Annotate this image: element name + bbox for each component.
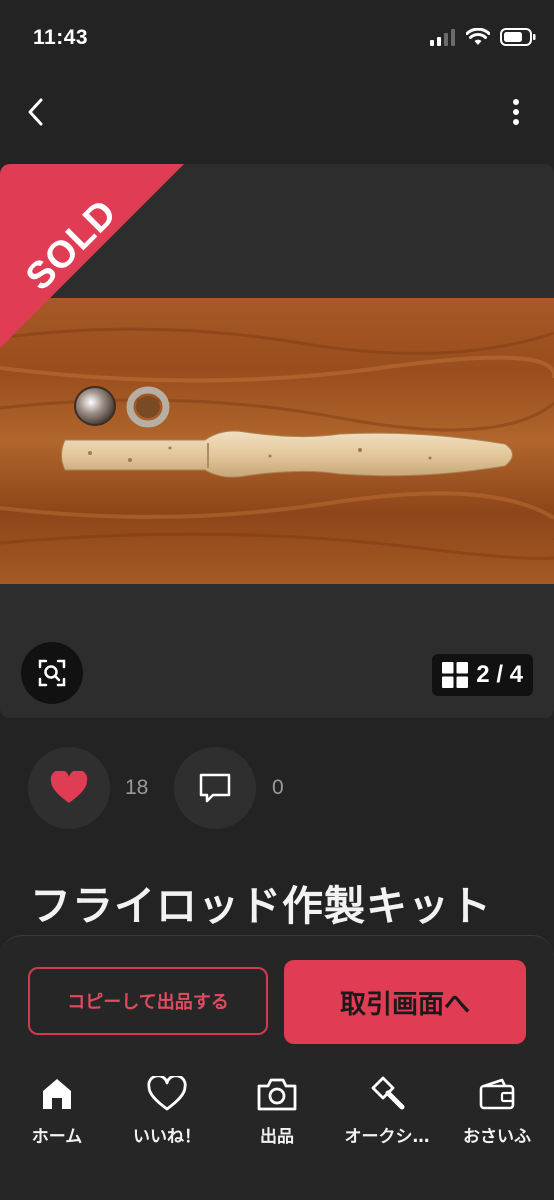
battery-icon <box>500 28 536 46</box>
copy-listing-button[interactable]: コピーして出品する <box>28 967 268 1035</box>
tab-auction-label: オークシ… <box>344 1127 430 1147</box>
status-bar: 11:43 <box>0 0 554 80</box>
tab-likes-label: いいね！ <box>133 1127 201 1147</box>
tab-home[interactable]: ホーム <box>2 1074 112 1147</box>
tab-bar: ホーム いいね！ 出品 オークシ… おさいふ <box>0 1074 554 1154</box>
tab-auction[interactable]: オークシ… <box>332 1074 442 1147</box>
sold-ribbon: SOLD <box>0 164 184 348</box>
image-counter[interactable]: 2 / 4 <box>432 654 533 696</box>
comment-icon <box>199 773 231 803</box>
signal-icon <box>430 29 455 46</box>
home-icon <box>43 1079 71 1109</box>
tab-home-label: ホーム <box>31 1127 83 1147</box>
wifi-icon <box>466 28 490 45</box>
auction-hammer-icon <box>371 1076 405 1110</box>
comments-count: 0 <box>272 776 284 799</box>
lens-search-icon <box>38 659 66 687</box>
comment-button[interactable] <box>174 747 256 829</box>
listing-title: フライロッド作製キット <box>30 882 492 930</box>
image-search-button[interactable] <box>21 642 83 704</box>
chevron-left-icon <box>28 98 43 126</box>
title-area: フライロッド作製キット <box>0 860 554 944</box>
more-options-button[interactable] <box>504 92 528 132</box>
grid-icon <box>442 662 469 688</box>
bottom-action-sheet: コピーして出品する 取引画面へ ホーム いいね！ 出品 オークシ… おさいふ <box>0 935 554 1200</box>
tab-wallet[interactable]: おさいふ <box>442 1074 552 1147</box>
tab-sell[interactable]: 出品 <box>222 1074 332 1147</box>
status-time: 11:43 <box>33 26 89 49</box>
image-counter-text: 2 / 4 <box>476 661 523 688</box>
tab-wallet-label: おさいふ <box>463 1127 531 1147</box>
like-button[interactable] <box>28 747 110 829</box>
transaction-screen-button[interactable]: 取引画面へ <box>284 960 526 1044</box>
camera-icon <box>257 1078 297 1111</box>
image-gallery[interactable]: SOLD 2 / 4 <box>0 164 554 718</box>
back-button[interactable] <box>16 92 56 132</box>
heart-outline-icon <box>147 1076 187 1111</box>
listing-screen: 11:43 SOLD 2 / 4 18 0 フライロッド作製キット コピーして出… <box>0 0 554 1200</box>
more-vertical-icon <box>513 99 519 125</box>
wallet-icon <box>479 1078 515 1110</box>
status-icons <box>430 28 536 46</box>
tab-sell-label: 出品 <box>260 1127 294 1147</box>
heart-icon <box>50 771 88 803</box>
likes-count: 18 <box>125 776 149 799</box>
tab-likes[interactable]: いいね！ <box>112 1074 222 1147</box>
